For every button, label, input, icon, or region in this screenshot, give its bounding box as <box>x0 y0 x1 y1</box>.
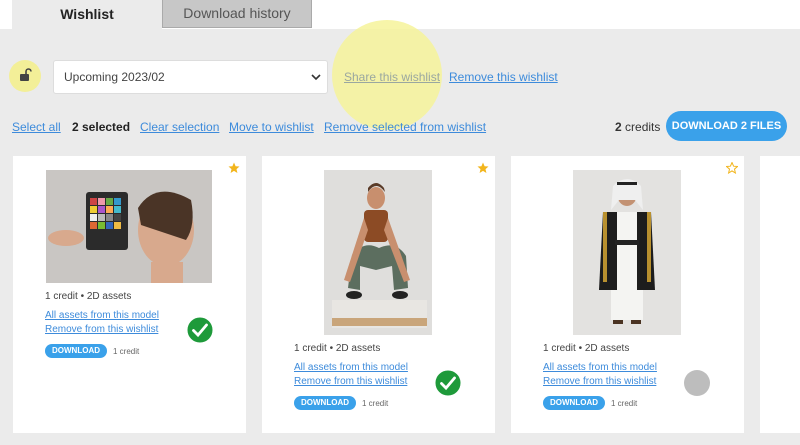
asset-card[interactable]: 1 credit • 2D assets All assets from thi… <box>13 156 246 433</box>
card-credit-count: 1 credit <box>45 291 78 302</box>
chevron-down-icon <box>311 74 321 81</box>
card-meta: 1 credit • 2D assets <box>45 291 132 302</box>
card-meta: 1 credit • 2D assets <box>543 343 630 354</box>
card-price: 1 credit <box>113 347 140 356</box>
tab-download-history[interactable]: Download history <box>162 0 312 28</box>
card-asset-type: 2D assets <box>86 291 132 302</box>
remove-from-wishlist-link[interactable]: Remove from this wishlist <box>543 376 656 387</box>
model-thumbnail[interactable] <box>46 170 212 283</box>
remove-from-wishlist-link[interactable]: Remove from this wishlist <box>45 324 158 335</box>
card-download-button[interactable]: DOWNLOAD <box>294 396 356 410</box>
select-all-link[interactable]: Select all <box>12 120 61 134</box>
unlock-icon[interactable] <box>18 68 32 82</box>
selected-check-icon[interactable] <box>434 369 462 397</box>
card-price: 1 credit <box>611 399 638 408</box>
card-price: 1 credit <box>362 399 389 408</box>
unselected-circle-icon[interactable] <box>683 369 711 397</box>
card-download-button[interactable]: DOWNLOAD <box>45 344 107 358</box>
remove-wishlist-link[interactable]: Remove this wishlist <box>449 70 558 84</box>
tab-wishlist[interactable]: Wishlist <box>12 0 162 30</box>
clear-selection-link[interactable]: Clear selection <box>140 120 219 134</box>
all-assets-link[interactable]: All assets from this model <box>294 362 408 373</box>
remove-selected-link[interactable]: Remove selected from wishlist <box>324 120 486 134</box>
card-download-button[interactable]: DOWNLOAD <box>543 396 605 410</box>
all-assets-link[interactable]: All assets from this model <box>543 362 657 373</box>
credits-label: credits <box>625 120 661 134</box>
asset-card-partial[interactable] <box>760 156 800 433</box>
card-credit-count: 1 credit <box>543 343 576 354</box>
selected-count: 2 selected <box>72 120 131 134</box>
star-outline-icon[interactable] <box>726 162 738 174</box>
model-thumbnail[interactable] <box>324 170 432 335</box>
credits-number: 2 <box>615 120 622 134</box>
star-filled-icon[interactable] <box>477 162 489 174</box>
all-assets-link[interactable]: All assets from this model <box>45 310 159 321</box>
wishlist-select-value: Upcoming 2023/02 <box>64 70 165 84</box>
star-filled-icon[interactable] <box>228 162 240 174</box>
card-credit-count: 1 credit <box>294 343 327 354</box>
card-asset-type: 2D assets <box>584 343 630 354</box>
credits-summary: 2 credits <box>615 120 660 134</box>
share-wishlist-link[interactable]: Share this wishlist <box>344 70 440 84</box>
model-thumbnail[interactable] <box>573 170 681 335</box>
selected-check-icon[interactable] <box>186 316 214 344</box>
asset-card[interactable]: 1 credit • 2D assets All assets from thi… <box>262 156 495 433</box>
card-asset-type: 2D assets <box>335 343 381 354</box>
wishlist-select[interactable]: Upcoming 2023/02 <box>53 60 328 94</box>
card-meta: 1 credit • 2D assets <box>294 343 381 354</box>
asset-card[interactable]: 1 credit • 2D assets All assets from thi… <box>511 156 744 433</box>
move-to-wishlist-link[interactable]: Move to wishlist <box>229 120 314 134</box>
download-files-button[interactable]: DOWNLOAD 2 FILES <box>666 111 787 141</box>
remove-from-wishlist-link[interactable]: Remove from this wishlist <box>294 376 407 387</box>
